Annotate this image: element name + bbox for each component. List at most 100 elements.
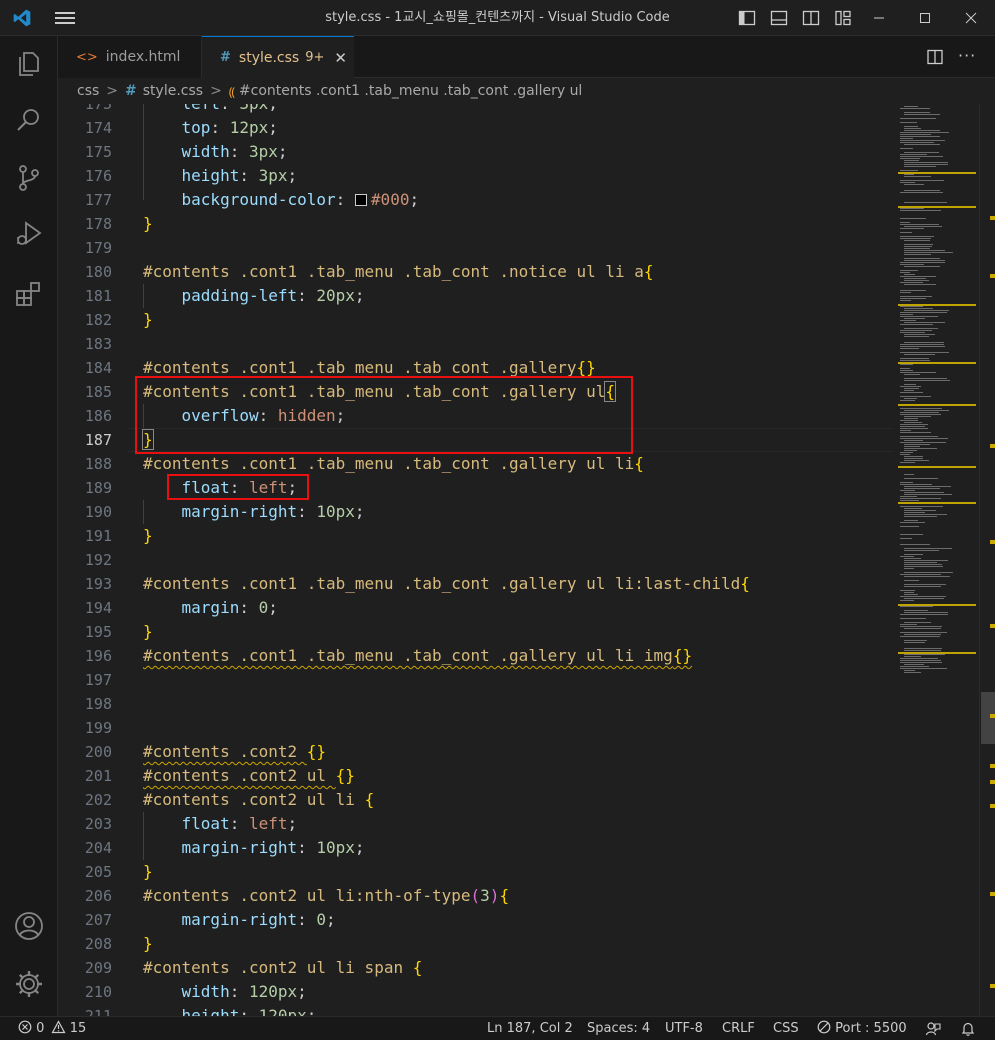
code-editor[interactable]: 173 174 175 176 177 178 179 180 181 182 183 184 185 1… xyxy=(58,104,995,1016)
line-number: 178 xyxy=(84,215,112,233)
minimap-line xyxy=(904,308,933,309)
tab-style-css[interactable]: # style.css 9+ ✕ xyxy=(202,36,354,78)
cursor-position[interactable]: Ln 187, Col 2 xyxy=(487,1017,573,1040)
minimap-line xyxy=(904,280,929,281)
minimap-line xyxy=(904,640,927,641)
minimap-line xyxy=(900,420,918,421)
minimap-line xyxy=(904,520,918,521)
breadcrumb-symbol[interactable]: #contents .cont1 .tab_menu .tab_cont .ga… xyxy=(239,83,582,99)
close-tab-icon[interactable]: ✕ xyxy=(334,49,347,67)
minimap-line xyxy=(900,414,941,415)
minimap-line xyxy=(904,390,914,391)
settings-gear-icon[interactable] xyxy=(13,968,45,1000)
minimap-line xyxy=(900,320,916,321)
overview-warning-marker xyxy=(990,540,995,544)
code-line-175: width: 3px; xyxy=(181,142,288,161)
maximize-button[interactable] xyxy=(902,0,948,36)
minimap-line xyxy=(904,594,918,595)
line-number: 181 xyxy=(84,287,112,305)
language-mode[interactable]: CSS xyxy=(773,1017,799,1040)
editor-tab-bar: <> index.html # style.css 9+ ✕ ··· xyxy=(58,36,995,78)
tab-index-html[interactable]: <> index.html xyxy=(58,36,202,78)
notifications-bell-icon[interactable] xyxy=(960,1021,976,1037)
line-number: 203 xyxy=(84,815,112,833)
minimap-line xyxy=(900,210,941,211)
line-number: 190 xyxy=(84,503,112,521)
minimap-line xyxy=(904,266,940,267)
port-label: Port : 5500 xyxy=(835,1021,907,1036)
minimap-line xyxy=(900,180,944,181)
run-debug-icon[interactable] xyxy=(13,218,45,250)
overview-warning-marker xyxy=(990,274,995,278)
account-icon[interactable] xyxy=(13,910,45,942)
minimap-line xyxy=(900,352,949,353)
scrollbar-thumb[interactable] xyxy=(981,692,995,744)
breadcrumb-file[interactable]: style.css xyxy=(143,83,203,99)
toggle-secondary-sidebar-icon[interactable] xyxy=(802,9,820,27)
minimize-button[interactable] xyxy=(856,0,902,36)
minimap-line xyxy=(900,332,925,333)
explorer-icon[interactable] xyxy=(13,48,45,80)
minimap-line xyxy=(900,358,929,359)
minimap-line xyxy=(904,418,918,419)
minimap-line xyxy=(900,272,910,273)
minimap-line xyxy=(900,132,949,133)
line-number: 196 xyxy=(84,647,112,665)
minimap-line xyxy=(904,654,945,655)
customize-layout-icon[interactable] xyxy=(834,9,852,27)
problems-status[interactable]: 0 15 xyxy=(18,1017,86,1040)
feedback-icon[interactable] xyxy=(925,1021,941,1037)
minimap-line xyxy=(900,666,929,667)
minimap-line xyxy=(900,668,947,669)
color-swatch[interactable] xyxy=(354,194,367,206)
split-editor-icon[interactable] xyxy=(926,48,944,66)
minimap-line xyxy=(900,108,930,109)
minimap-line xyxy=(900,312,947,313)
line-number: 193 xyxy=(84,575,112,593)
minimap-line xyxy=(904,456,923,457)
minimap[interactable] xyxy=(896,104,979,1016)
minimap-warning-marker xyxy=(898,652,976,654)
overview-warning-marker xyxy=(990,764,995,768)
indentation[interactable]: Spaces: 4 xyxy=(587,1017,650,1040)
encoding[interactable]: UTF-8 xyxy=(665,1017,703,1040)
toggle-primary-sidebar-icon[interactable] xyxy=(738,9,756,27)
line-number: 200 xyxy=(84,743,112,761)
minimize-icon xyxy=(874,17,884,19)
extensions-icon[interactable] xyxy=(13,278,45,310)
minimap-line xyxy=(904,642,925,643)
line-number: 202 xyxy=(84,791,112,809)
minimap-line xyxy=(900,614,948,615)
minimap-line xyxy=(900,618,926,619)
minimap-line xyxy=(900,626,942,627)
search-icon[interactable] xyxy=(13,104,45,136)
close-window-button[interactable] xyxy=(948,0,994,36)
vertical-scrollbar[interactable] xyxy=(979,104,995,1016)
toggle-panel-icon[interactable] xyxy=(770,9,788,27)
line-number: 208 xyxy=(84,935,112,953)
line-number: 185 xyxy=(84,383,112,401)
live-server-port[interactable]: Port : 5500 xyxy=(817,1017,907,1040)
minimap-line xyxy=(904,664,924,665)
minimap-line xyxy=(904,656,921,657)
minimap-line xyxy=(900,534,923,535)
code-line-180: #contents .cont1 .tab_menu .tab_cont .no… xyxy=(143,262,654,281)
line-number: 191 xyxy=(84,527,112,545)
source-control-icon[interactable] xyxy=(13,162,45,194)
minimap-line xyxy=(904,240,930,241)
hamburger-menu-icon[interactable] xyxy=(54,10,76,26)
highlight-box-gallery-ul-rule xyxy=(135,376,633,454)
minimap-line xyxy=(904,416,931,417)
minimap-line xyxy=(904,112,930,113)
more-actions-icon[interactable]: ··· xyxy=(958,46,976,65)
line-ending[interactable]: CRLF xyxy=(722,1017,755,1040)
overview-warning-marker xyxy=(990,892,995,896)
vscode-logo-icon[interactable] xyxy=(12,8,32,28)
overview-warning-marker xyxy=(990,804,995,808)
minimap-line xyxy=(904,586,941,587)
breadcrumb-folder[interactable]: css xyxy=(77,83,99,99)
html-file-icon: <> xyxy=(76,49,98,65)
minimap-line xyxy=(900,386,921,387)
minimap-line xyxy=(904,202,947,203)
minimap-line xyxy=(904,378,947,379)
